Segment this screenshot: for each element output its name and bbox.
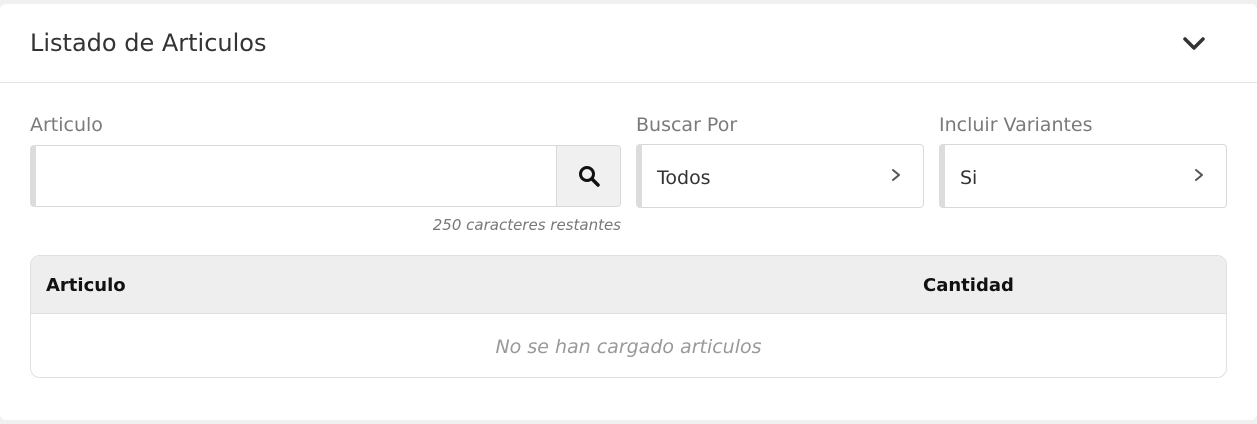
empty-table-message: No se han cargado articulos [495,336,762,358]
search-by-label: Buscar Por [636,114,738,136]
column-header-articulo: Articulo [46,275,126,296]
search-by-value: Todos [657,167,711,189]
chevron-right-icon [1195,169,1203,181]
chevron-down-icon [1183,37,1205,50]
table-header: Articulo Cantidad [31,256,1226,314]
collapse-button[interactable] [1178,30,1210,58]
panel-title: Listado de Articulos [30,29,267,57]
articles-table: Articulo Cantidad No se han cargado arti… [30,255,1227,378]
search-icon [578,166,600,187]
char-counter: 250 caracteres restantes [432,216,621,234]
include-variants-label: Incluir Variantes [939,114,1093,136]
panel-header: Listado de Articulos [0,4,1257,83]
column-header-cantidad: Cantidad [923,275,1014,296]
search-by-select[interactable]: Todos [636,144,924,208]
include-variants-value: Si [960,167,978,189]
search-button[interactable] [556,145,621,207]
article-input[interactable] [36,146,557,206]
chevron-right-icon [892,169,900,181]
article-input-wrapper [30,145,558,207]
article-label: Articulo [30,114,103,136]
include-variants-select[interactable]: Si [939,144,1227,208]
